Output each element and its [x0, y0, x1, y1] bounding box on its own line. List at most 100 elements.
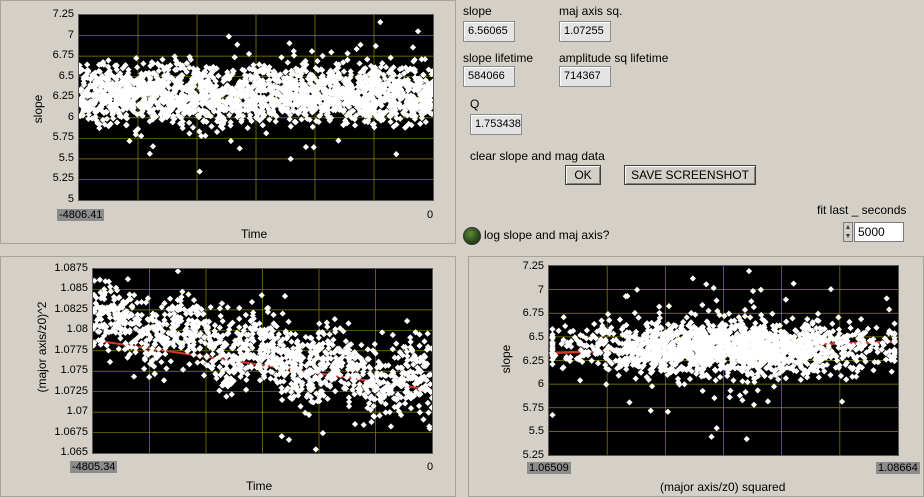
data-point: [278, 396, 286, 404]
data-point: [739, 378, 746, 385]
y-tick-label: 6.75: [52, 49, 74, 62]
data-point: [285, 436, 293, 443]
major-time-plot: [92, 268, 433, 454]
y-tick-label: 1.07: [66, 405, 88, 418]
data-point: [326, 331, 333, 338]
data-point: [319, 430, 326, 437]
data-point: [216, 387, 223, 394]
data-point: [319, 52, 326, 60]
data-point: [297, 403, 304, 410]
fit-seconds-input[interactable]: 5000: [854, 222, 904, 242]
data-point: [244, 124, 251, 132]
data-point: [711, 394, 718, 402]
y-tick-label: 6.5: [528, 330, 544, 343]
data-point: [351, 122, 359, 129]
data-point: [227, 119, 234, 126]
amp-sq-lifetime-indicator: 714367: [559, 66, 611, 87]
fit-seconds-stepper[interactable]: ▲ ▼: [843, 222, 853, 242]
ok-button[interactable]: OK: [565, 165, 601, 185]
data-point: [236, 324, 243, 331]
y-tick-label: 1.0675: [54, 425, 88, 438]
slope-time-plot: [78, 14, 434, 201]
data-point: [699, 301, 706, 309]
data-point: [331, 316, 338, 323]
data-point: [215, 72, 222, 80]
log-led-toggle[interactable]: [463, 227, 481, 245]
log-label: log slope and maj axis?: [484, 228, 610, 242]
y-tick-label: 6.25: [522, 354, 544, 367]
data-point: [371, 413, 378, 420]
data-point: [689, 275, 697, 282]
data-point: [270, 311, 277, 318]
save-screenshot-button[interactable]: SAVE SCREENSHOT: [624, 165, 756, 185]
slope-major-plot: [548, 265, 899, 456]
slope-time-xmin: -4806.41: [57, 209, 105, 221]
data-point: [417, 120, 424, 127]
data-point: [186, 119, 193, 126]
data-point: [163, 365, 170, 372]
data-point: [224, 304, 231, 311]
data-point: [416, 409, 424, 416]
data-point: [710, 284, 717, 292]
data-point: [285, 318, 292, 325]
y-tick-label: 5.5: [58, 151, 74, 164]
data-point: [105, 57, 112, 64]
data-point: [549, 411, 556, 419]
data-point: [699, 387, 706, 395]
data-point: [758, 311, 765, 319]
data-point: [332, 388, 339, 395]
data-point: [632, 375, 639, 382]
data-point: [393, 340, 400, 347]
data-point: [745, 268, 753, 275]
data-point: [404, 352, 411, 360]
decrement-arrow-icon[interactable]: ▼: [844, 232, 852, 241]
data-point: [93, 277, 98, 284]
data-point: [421, 338, 428, 345]
data-point: [421, 56, 429, 63]
data-point: [166, 295, 174, 302]
data-point: [223, 393, 230, 400]
data-point: [858, 315, 865, 323]
data-point: [364, 56, 371, 63]
data-point: [286, 40, 293, 47]
data-point: [196, 168, 203, 175]
data-point: [713, 297, 720, 304]
data-point: [356, 60, 363, 67]
data-point: [749, 287, 757, 295]
data-point: [278, 433, 285, 440]
y-tick-label: 5: [67, 193, 74, 205]
data-point: [298, 116, 305, 123]
data-point: [717, 373, 724, 381]
data-point: [754, 387, 761, 394]
major-time-xmax: 0: [427, 461, 434, 473]
data-point: [290, 48, 297, 55]
data-point: [656, 309, 663, 317]
data-point: [764, 398, 772, 405]
data-point: [258, 292, 265, 299]
data-point: [350, 381, 358, 389]
data-point: [407, 338, 414, 345]
data-point: [424, 399, 431, 407]
data-point: [159, 56, 166, 63]
data-point: [665, 303, 673, 310]
data-point: [353, 45, 360, 53]
data-point: [357, 41, 364, 48]
data-point: [132, 349, 139, 356]
data-point: [750, 303, 757, 311]
increment-arrow-icon[interactable]: ▲: [844, 223, 852, 232]
data-point: [190, 351, 197, 358]
data-point: [588, 357, 595, 364]
data-point: [835, 314, 842, 321]
data-point: [883, 295, 890, 302]
data-point: [757, 286, 765, 293]
data-point: [741, 313, 749, 320]
data-point: [368, 418, 375, 426]
q-indicator: 1.753438: [470, 114, 522, 135]
data-point: [393, 150, 400, 158]
data-point: [310, 144, 317, 151]
data-point: [750, 401, 758, 408]
data-point: [207, 304, 214, 311]
data-point: [422, 118, 429, 126]
data-point: [272, 118, 279, 125]
data-point: [420, 416, 427, 423]
